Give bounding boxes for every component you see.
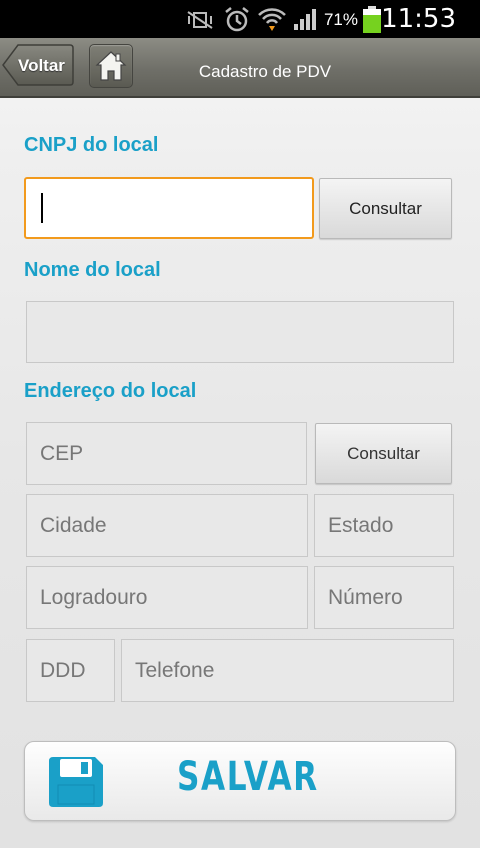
battery-icon <box>363 6 381 33</box>
save-label: SALVAR <box>177 754 319 800</box>
ddd-input[interactable]: DDD <box>26 639 115 702</box>
estado-input[interactable]: Estado <box>314 494 454 557</box>
back-label: Voltar <box>18 56 65 75</box>
save-button[interactable]: SALVAR <box>24 741 456 821</box>
numero-input[interactable]: Número <box>314 566 454 629</box>
signal-icon <box>294 9 316 30</box>
cnpj-input[interactable] <box>24 177 314 239</box>
wifi-icon <box>258 8 286 31</box>
floppy-disk-icon <box>49 757 103 807</box>
cep-input[interactable]: CEP <box>26 422 307 485</box>
nome-label: Nome do local <box>24 259 161 281</box>
back-button[interactable]: Voltar <box>2 44 74 86</box>
nome-input[interactable] <box>26 301 454 363</box>
endereco-label: Endereço do local <box>24 380 197 402</box>
cep-consult-button[interactable]: Consultar <box>315 423 452 484</box>
action-bar: Voltar Cadastro de PDV <box>0 38 480 98</box>
telefone-input[interactable]: Telefone <box>121 639 454 702</box>
cidade-input[interactable]: Cidade <box>26 494 308 557</box>
status-bar: 71% 11:53 <box>0 0 480 38</box>
mute-vibrate-icon <box>187 11 213 29</box>
clock: 11:53 <box>381 4 456 34</box>
home-icon <box>95 51 127 81</box>
battery-percent: 71% <box>323 10 358 29</box>
alarm-icon <box>225 7 249 32</box>
cnpj-label: CNPJ do local <box>24 134 159 156</box>
cnpj-consult-button[interactable]: Consultar <box>319 178 452 239</box>
home-button[interactable] <box>89 44 133 88</box>
logradouro-input[interactable]: Logradouro <box>26 566 308 629</box>
text-cursor <box>41 193 43 223</box>
page-title: Cadastro de PDV <box>198 62 332 81</box>
